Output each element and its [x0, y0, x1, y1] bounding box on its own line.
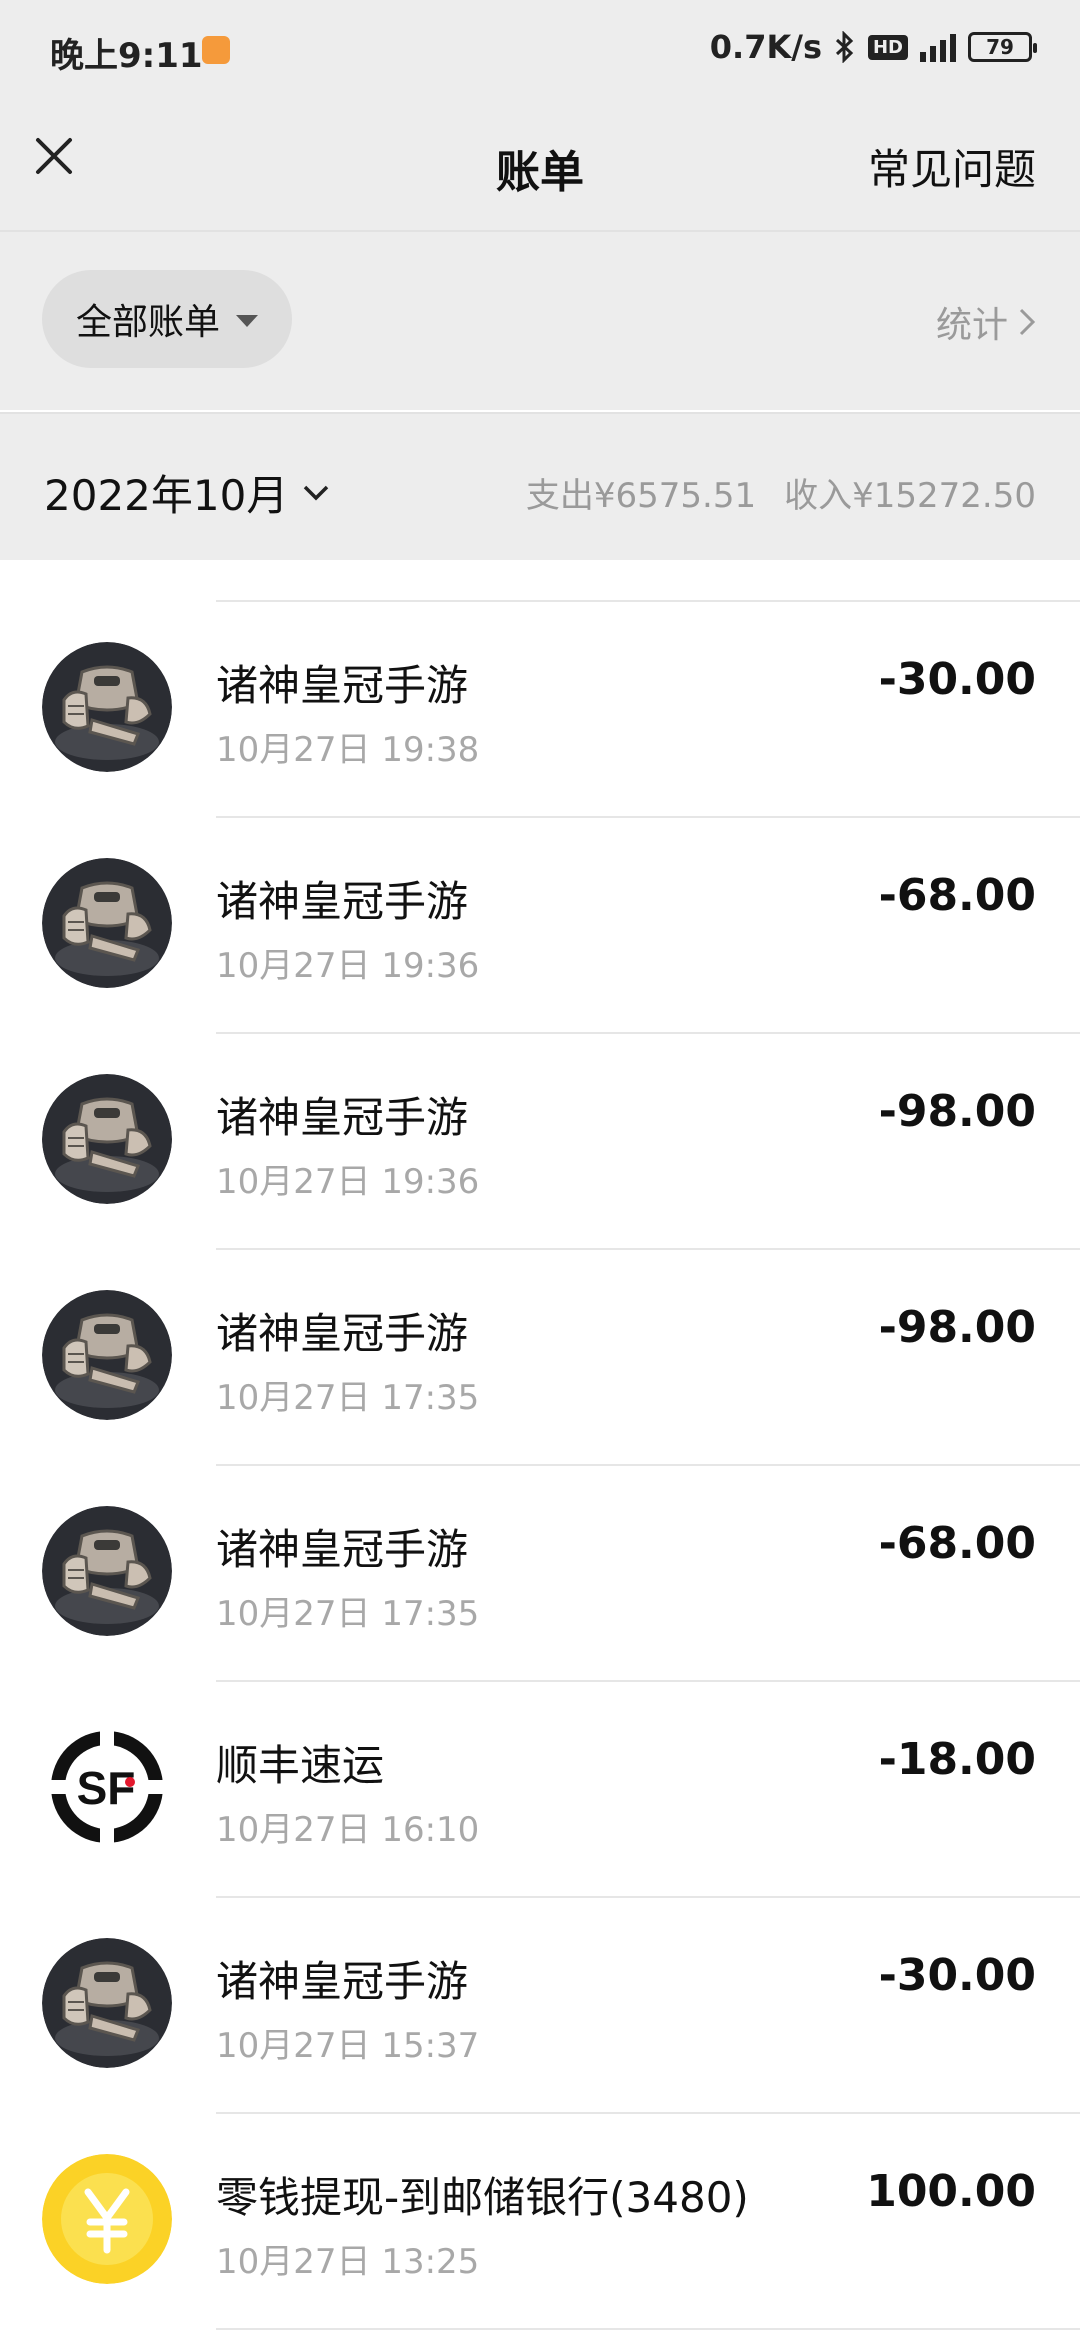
bill-time: 10月27日 19:38: [216, 730, 480, 770]
bill-amount: -68.00: [878, 1518, 1036, 1569]
bill-name: 零钱提现-到邮储银行(3480): [216, 2173, 749, 2222]
armor-game-icon: [42, 1290, 172, 1420]
bill-amount: -68.00: [878, 870, 1036, 921]
month-summary: 支出¥6575.51 收入¥15272.50: [526, 468, 1036, 517]
chevron-down-icon: [304, 485, 329, 500]
bill-name: 顺丰速运: [216, 1741, 385, 1790]
bill-amount: -98.00: [878, 1086, 1036, 1137]
bill-amount: 100.00: [866, 2166, 1036, 2217]
status-time: 晚上9:11: [50, 36, 203, 76]
bill-name: 诸神皇冠手游: [216, 661, 469, 710]
stats-link[interactable]: 统计: [936, 296, 1036, 348]
hd-badge: HD: [867, 34, 908, 60]
faq-link[interactable]: 常见问题: [868, 136, 1036, 197]
yuan-coin-icon: [42, 2154, 172, 2284]
income-total: 收入¥15272.50: [784, 476, 1036, 516]
bill-item[interactable]: 诸神皇冠手游 10月27日 17:35 -98.00: [0, 1250, 1080, 1466]
armor-game-icon: [42, 642, 172, 772]
status-bar: 晚上9:11 0.7K/s HD 79: [0, 0, 1080, 96]
bill-time: 10月27日 17:35: [216, 1378, 480, 1418]
month-selector[interactable]: 2022年10月: [44, 462, 330, 523]
sf-express-icon: SF: [42, 1722, 172, 1852]
bill-item[interactable]: 诸神皇冠手游 10月27日 19:36 -98.00: [0, 1034, 1080, 1250]
bill-name: 诸神皇冠手游: [216, 1309, 469, 1358]
filter-label: 全部账单: [75, 302, 220, 343]
chevron-right-icon: [1019, 308, 1036, 336]
app-notification-icon: [202, 36, 230, 64]
bill-name: 诸神皇冠手游: [216, 1525, 469, 1574]
bill-time: 10月27日 17:35: [216, 1594, 480, 1634]
bill-time: 10月27日 16:10: [216, 1810, 480, 1850]
armor-game-icon: [42, 858, 172, 988]
bill-item[interactable]: 诸神皇冠手游 10月27日 15:37 -30.00: [0, 1898, 1080, 2114]
armor-game-icon: [42, 1074, 172, 1204]
month-label: 2022年10月: [44, 471, 289, 520]
bill-list: 诸神皇冠手游 10月27日 19:38 -30.00 诸神皇冠手游 10月27日 19…: [0, 560, 1080, 2340]
bill-item[interactable]: 诸神皇冠手游 10月27日 17:35 -68.00: [0, 1466, 1080, 1682]
expense-total: 支出¥6575.51: [525, 476, 757, 516]
bill-item[interactable]: 诸神皇冠手游 10月27日 19:38 -30.00: [0, 602, 1080, 818]
bill-filter-dropdown[interactable]: 全部账单: [42, 270, 292, 368]
bill-time: 10月27日 19:36: [216, 946, 480, 986]
bill-item[interactable]: 零钱提现-到邮储银行(3480) 10月27日 13:25 100.00: [0, 2114, 1080, 2330]
svg-text:SF: SF: [77, 1762, 136, 1814]
bill-amount: -30.00: [878, 1950, 1036, 2001]
bill-time: 10月27日 19:36: [216, 1162, 480, 1202]
bill-amount: -18.00: [878, 1734, 1036, 1785]
battery-icon: 79: [968, 32, 1037, 62]
bill-time: 10月27日 15:37: [216, 2026, 480, 2066]
bluetooth-icon: [835, 31, 854, 63]
divider: [216, 2328, 1080, 2330]
bill-item[interactable]: SF 顺丰速运 10月27日 16:10 -18.00: [0, 1682, 1080, 1898]
stats-label: 统计: [935, 305, 1008, 346]
bill-item[interactable]: 诸神皇冠手游 10月27日 19:36 -68.00: [0, 818, 1080, 1034]
caret-down-icon: [236, 315, 258, 327]
bill-amount: -98.00: [878, 1302, 1036, 1353]
bill-name: 诸神皇冠手游: [216, 877, 469, 926]
bill-name: 诸神皇冠手游: [216, 1093, 469, 1142]
filter-row: 全部账单 统计: [0, 232, 1080, 410]
bill-time: 10月27日 13:25: [216, 2242, 480, 2282]
status-indicators: 0.7K/s HD 79: [709, 28, 1037, 66]
armor-game-icon: [42, 1938, 172, 2068]
bill-amount: -30.00: [878, 654, 1036, 705]
month-header: 2022年10月 支出¥6575.51 收入¥15272.50: [0, 412, 1080, 560]
bill-name: 诸神皇冠手游: [216, 1957, 469, 2006]
nav-bar: 账单 常见问题: [0, 96, 1080, 232]
signal-icon: [920, 32, 956, 62]
armor-game-icon: [42, 1506, 172, 1636]
network-speed: 0.7K/s: [709, 28, 822, 66]
